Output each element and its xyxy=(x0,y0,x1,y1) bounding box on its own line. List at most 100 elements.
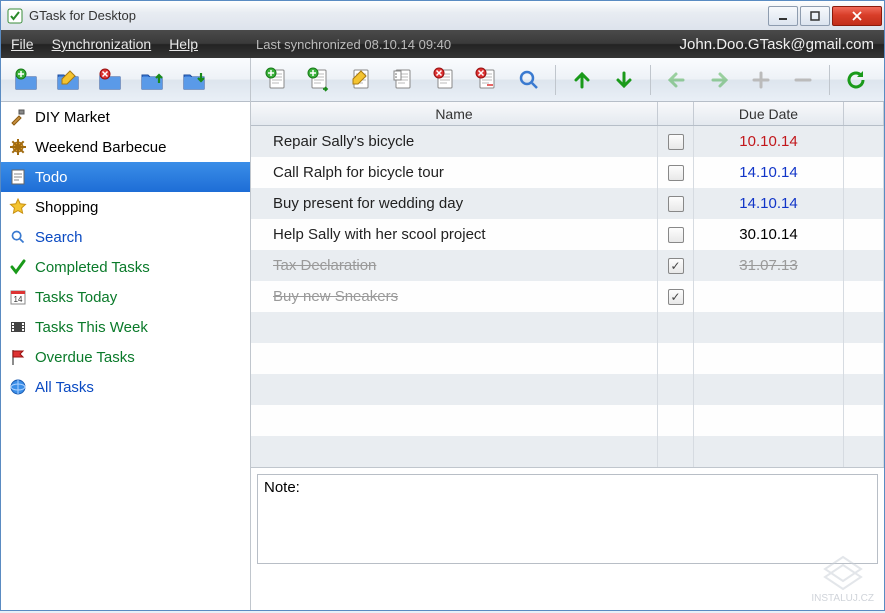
new-list-button[interactable] xyxy=(7,63,47,97)
check-icon xyxy=(9,258,27,276)
column-header-spacer xyxy=(844,102,884,125)
task-name-cell: Buy present for wedding day xyxy=(251,188,658,219)
task-options-button[interactable] xyxy=(383,63,423,97)
task-row[interactable]: Help Sally with her scool project 30.10.1… xyxy=(251,219,884,250)
minimize-button[interactable] xyxy=(768,6,798,26)
task-done-cell[interactable] xyxy=(658,157,694,188)
edit-task-button[interactable] xyxy=(341,63,381,97)
sidebar-item-label: All Tasks xyxy=(35,379,94,396)
sidebar-item-label: Shopping xyxy=(35,199,98,216)
task-row[interactable]: Call Ralph for bicycle tour 14.10.14 xyxy=(251,157,884,188)
task-due-cell: 30.10.14 xyxy=(694,219,844,250)
sidebar-item-search[interactable]: Search xyxy=(1,222,250,252)
task-due-cell: 14.10.14 xyxy=(694,157,844,188)
move-down-button[interactable] xyxy=(604,63,644,97)
note-icon xyxy=(9,168,27,186)
list-down-button[interactable] xyxy=(175,63,215,97)
sidebar-item-label: DIY Market xyxy=(35,109,110,126)
folder-x-icon xyxy=(98,67,124,93)
page-indent-icon xyxy=(306,67,332,93)
toolbar-separator xyxy=(555,65,556,95)
toolbar-separator xyxy=(650,65,651,95)
app-icon xyxy=(7,8,23,24)
delete-done-button[interactable] xyxy=(467,63,507,97)
account-email: John.Doo.GTask@gmail.com xyxy=(680,36,874,53)
sidebar-item-label: Tasks Today xyxy=(35,289,117,306)
task-done-cell[interactable] xyxy=(658,219,694,250)
hammer-icon xyxy=(9,108,27,126)
sidebar-item-overdue[interactable]: Overdue Tasks xyxy=(1,342,250,372)
sidebar-item-weekend-bbq[interactable]: Weekend Barbecue xyxy=(1,132,250,162)
task-name-cell: Buy new Sneakers xyxy=(251,281,658,312)
collapse-button[interactable] xyxy=(783,63,823,97)
task-row-empty xyxy=(251,312,884,343)
edit-list-button[interactable] xyxy=(49,63,89,97)
page-plus-icon xyxy=(264,67,290,93)
nav-back-button[interactable] xyxy=(657,63,697,97)
task-row-empty xyxy=(251,405,884,436)
sidebar-item-label: Overdue Tasks xyxy=(35,349,135,366)
sidebar-item-all[interactable]: All Tasks xyxy=(1,372,250,402)
task-spacer-cell xyxy=(844,126,884,157)
menu-file[interactable]: File xyxy=(11,36,34,52)
list-up-button[interactable] xyxy=(133,63,173,97)
checkbox-icon xyxy=(668,165,684,181)
delete-list-button[interactable] xyxy=(91,63,131,97)
task-done-cell[interactable] xyxy=(658,188,694,219)
title-bar: GTask for Desktop xyxy=(0,0,885,30)
task-row[interactable]: Buy present for wedding day14.10.14 xyxy=(251,188,884,219)
svg-text:14: 14 xyxy=(14,295,23,304)
task-spacer-cell xyxy=(844,281,884,312)
sidebar-item-label: Completed Tasks xyxy=(35,259,150,276)
task-name-cell: Tax Declaration xyxy=(251,250,658,281)
folder-down-icon xyxy=(182,67,208,93)
task-done-cell[interactable]: ✓ xyxy=(658,250,694,281)
task-name-cell: Help Sally with her scool project xyxy=(251,219,658,250)
task-name-cell: Call Ralph for bicycle tour xyxy=(251,157,658,188)
task-list-sidebar: DIY Market Weekend Barbecue Todo Shopping Se… xyxy=(1,102,250,610)
film-icon xyxy=(9,318,27,336)
minus-gray-icon xyxy=(790,67,816,93)
task-row[interactable]: Tax Declaration✓31.07.13 xyxy=(251,250,884,281)
column-header-due[interactable]: Due Date xyxy=(694,102,844,125)
search-task-button[interactable] xyxy=(509,63,549,97)
page-x-icon xyxy=(432,67,458,93)
new-subtask-button[interactable] xyxy=(299,63,339,97)
column-header-done[interactable] xyxy=(658,102,694,125)
close-button[interactable] xyxy=(832,6,882,26)
task-name-cell: Repair Sally's bicycle xyxy=(251,126,658,157)
task-due-cell: 10.10.14 xyxy=(694,126,844,157)
sidebar-item-label: Weekend Barbecue xyxy=(35,139,166,156)
list-toolbar xyxy=(1,58,250,102)
expand-button[interactable] xyxy=(741,63,781,97)
menu-synchronization[interactable]: Synchronization xyxy=(52,36,152,52)
sidebar-item-diy-market[interactable]: DIY Market xyxy=(1,102,250,132)
sidebar-item-thisweek[interactable]: Tasks This Week xyxy=(1,312,250,342)
maximize-button[interactable] xyxy=(800,6,830,26)
delete-task-button[interactable] xyxy=(425,63,465,97)
menu-help[interactable]: Help xyxy=(169,36,198,52)
refresh-button[interactable] xyxy=(836,63,876,97)
magnifier-icon xyxy=(9,228,27,246)
sidebar-item-todo[interactable]: Todo xyxy=(1,162,250,192)
new-task-button[interactable] xyxy=(257,63,297,97)
sidebar-item-completed[interactable]: Completed Tasks xyxy=(1,252,250,282)
sidebar-item-today[interactable]: 14 Tasks Today xyxy=(1,282,250,312)
checkbox-icon xyxy=(668,227,684,243)
note-panel: Note: xyxy=(257,474,878,564)
sidebar-item-shopping[interactable]: Shopping xyxy=(1,192,250,222)
column-header-name[interactable]: Name xyxy=(251,102,658,125)
toolbar-separator xyxy=(829,65,830,95)
move-up-button[interactable] xyxy=(562,63,602,97)
folder-plus-icon xyxy=(14,67,40,93)
nav-fwd-button[interactable] xyxy=(699,63,739,97)
task-spacer-cell xyxy=(844,188,884,219)
page-dots-icon xyxy=(390,67,416,93)
task-done-cell[interactable]: ✓ xyxy=(658,281,694,312)
table-header: Name Due Date xyxy=(251,102,884,126)
task-done-cell[interactable] xyxy=(658,126,694,157)
task-row[interactable]: Buy new Sneakers✓ xyxy=(251,281,884,312)
note-textarea[interactable] xyxy=(258,500,877,563)
task-table: Name Due Date Repair Sally's bicycle 10.1… xyxy=(251,102,884,468)
task-row[interactable]: Repair Sally's bicycle 10.10.14 xyxy=(251,126,884,157)
